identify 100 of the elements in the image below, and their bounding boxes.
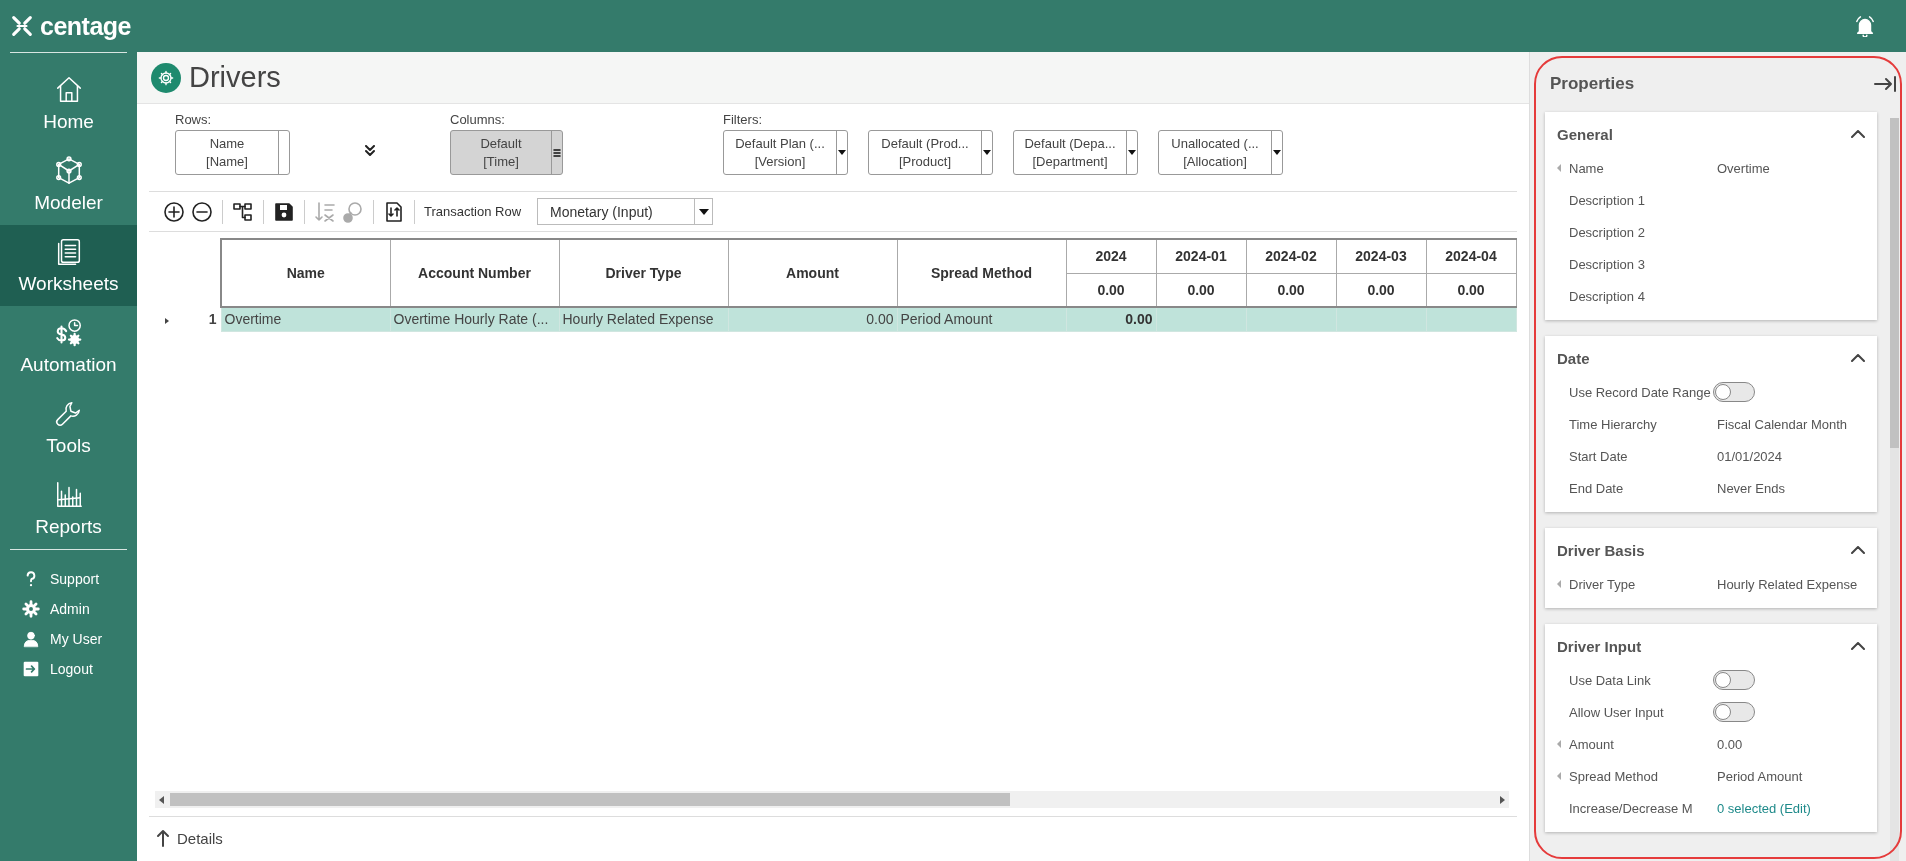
property-label: Use Record Date Range: [1569, 384, 1712, 400]
pivot-chip[interactable]: Name [Name]: [175, 130, 290, 175]
section-title: General: [1557, 125, 1613, 143]
collapse-section-button[interactable]: [1851, 546, 1865, 554]
property-value: Never Ends: [1717, 480, 1785, 496]
column-header[interactable]: Driver Type: [559, 239, 728, 307]
pivot-chip[interactable]: Default (Depa... [Department]: [1013, 130, 1138, 175]
property-value: 0.00: [1717, 736, 1743, 752]
chevron-up-icon: [1851, 130, 1865, 138]
toggle-switch[interactable]: [1713, 702, 1755, 722]
save-button[interactable]: [273, 200, 295, 223]
edit-link[interactable]: 0 selected (Edit): [1717, 800, 1811, 816]
column-header[interactable]: 2024-03: [1336, 239, 1426, 273]
scrollbar-thumb[interactable]: [170, 793, 1010, 806]
collapse-section-button[interactable]: [1851, 642, 1865, 650]
toggle-switch[interactable]: [1713, 382, 1755, 402]
toolbar-label: Transaction Row: [424, 204, 522, 219]
pivot-chip[interactable]: Default Plan (... [Version]: [723, 130, 848, 175]
table-cell: Overtime Hourly Rate (...: [390, 307, 559, 331]
page-title: Drivers: [189, 61, 281, 94]
arrow-to-bar-icon: [1874, 75, 1896, 93]
property-label: Driver Type: [1569, 576, 1637, 592]
caret-icon: [698, 208, 709, 215]
nav-item[interactable]: Automation: [0, 306, 137, 387]
hierarchy-button[interactable]: [232, 200, 254, 223]
property-label: Description 2: [1569, 224, 1646, 240]
sidebar-link[interactable]: My User: [0, 624, 137, 654]
add-button[interactable]: [163, 200, 185, 223]
nav-item[interactable]: Home: [0, 63, 137, 144]
property-label: End Date: [1569, 480, 1625, 496]
nav-item[interactable]: Modeler: [0, 144, 137, 225]
dollar-clock-gear-icon: [53, 317, 84, 348]
sidebar-link[interactable]: Logout: [0, 654, 137, 684]
panel-title: Properties: [1550, 74, 1635, 94]
property-value: Period Amount: [1717, 768, 1803, 784]
add-icon: [163, 200, 185, 223]
logo-text: centage: [40, 11, 131, 41]
caret-icon: [1273, 150, 1281, 155]
caret-icon: [838, 150, 846, 155]
property-label: Name: [1569, 160, 1605, 176]
menu-icon: [553, 147, 561, 158]
settings-icon: [22, 600, 40, 618]
table-cell: Period Amount: [897, 307, 1066, 331]
column-header[interactable]: 2024-04: [1426, 239, 1516, 273]
column-header[interactable]: 2024-01: [1156, 239, 1246, 273]
property-label: Allow User Input: [1569, 704, 1665, 720]
sidebar-link[interactable]: Admin: [0, 594, 137, 624]
nav-item[interactable]: Tools: [0, 387, 137, 468]
chevron-up-icon: [1851, 546, 1865, 554]
vertical-scrollbar[interactable]: [1890, 118, 1899, 861]
collapse-section-button[interactable]: [1851, 130, 1865, 138]
remove-icon: [191, 200, 213, 223]
property-label: Spread Method: [1569, 768, 1659, 784]
property-value: Hourly Related Expense: [1717, 576, 1858, 592]
table-cell: 0.00: [728, 307, 897, 331]
property-value: Overtime: [1717, 160, 1770, 176]
collapse-panel-button[interactable]: [1874, 75, 1896, 93]
horizontal-scrollbar[interactable]: [155, 791, 1509, 808]
pivot-chip[interactable]: Default [Time]: [450, 130, 563, 175]
collapse-section-button[interactable]: [1851, 354, 1865, 362]
column-header[interactable]: 2024-02: [1246, 239, 1336, 273]
property-label: Description 1: [1569, 192, 1646, 208]
scrollbar-thumb[interactable]: [1890, 118, 1899, 448]
sidebar-link[interactable]: Support: [0, 564, 137, 594]
transaction-row-dropdown[interactable]: Monetary (Input): [537, 198, 714, 225]
property-label: Time Hierarchy: [1569, 416, 1658, 432]
swap-button[interactable]: [383, 200, 405, 223]
logo-icon: [10, 14, 34, 38]
chevron-up-icon: [1851, 354, 1865, 362]
pivot-label: Rows:: [175, 112, 213, 127]
toggle-switch[interactable]: [1713, 670, 1755, 690]
remove-button[interactable]: [191, 200, 213, 223]
arrow-up-icon: [155, 829, 171, 847]
property-label: Description 3: [1569, 256, 1646, 272]
table-cell: 0.00: [1066, 307, 1156, 331]
network-cube-icon: [53, 155, 84, 186]
caret-icon: [983, 150, 991, 155]
scroll-right-icon: [1500, 795, 1505, 804]
row-number: 1: [185, 307, 221, 331]
column-header[interactable]: Name: [221, 239, 390, 307]
pivot-chip[interactable]: Unallocated (... [Allocation]: [1158, 130, 1283, 175]
section-title: Driver Basis: [1557, 541, 1645, 559]
property-label: Amount: [1569, 736, 1615, 752]
nav-item[interactable]: Reports: [0, 468, 137, 549]
property-label: Description 4: [1569, 288, 1646, 304]
column-header[interactable]: Amount: [728, 239, 897, 307]
pivot-chip[interactable]: Default (Prod... [Product]: [868, 130, 993, 175]
double-chevron-down-icon: [365, 145, 375, 156]
property-label: Increase/Decrease M: [1569, 800, 1694, 816]
hierarchy-icon: [232, 200, 254, 223]
caret-icon: [1128, 150, 1136, 155]
column-header[interactable]: Account Number: [390, 239, 559, 307]
swap-icon: [383, 200, 405, 223]
details-toggle[interactable]: Details: [149, 816, 1517, 861]
nav-item[interactable]: Worksheets: [0, 225, 137, 306]
scroll-left-icon: [159, 795, 164, 804]
column-header[interactable]: 2024: [1066, 239, 1156, 273]
column-header[interactable]: Spread Method: [897, 239, 1066, 307]
section-title: Date: [1557, 349, 1590, 367]
property-value: 01/01/2024: [1717, 448, 1783, 464]
